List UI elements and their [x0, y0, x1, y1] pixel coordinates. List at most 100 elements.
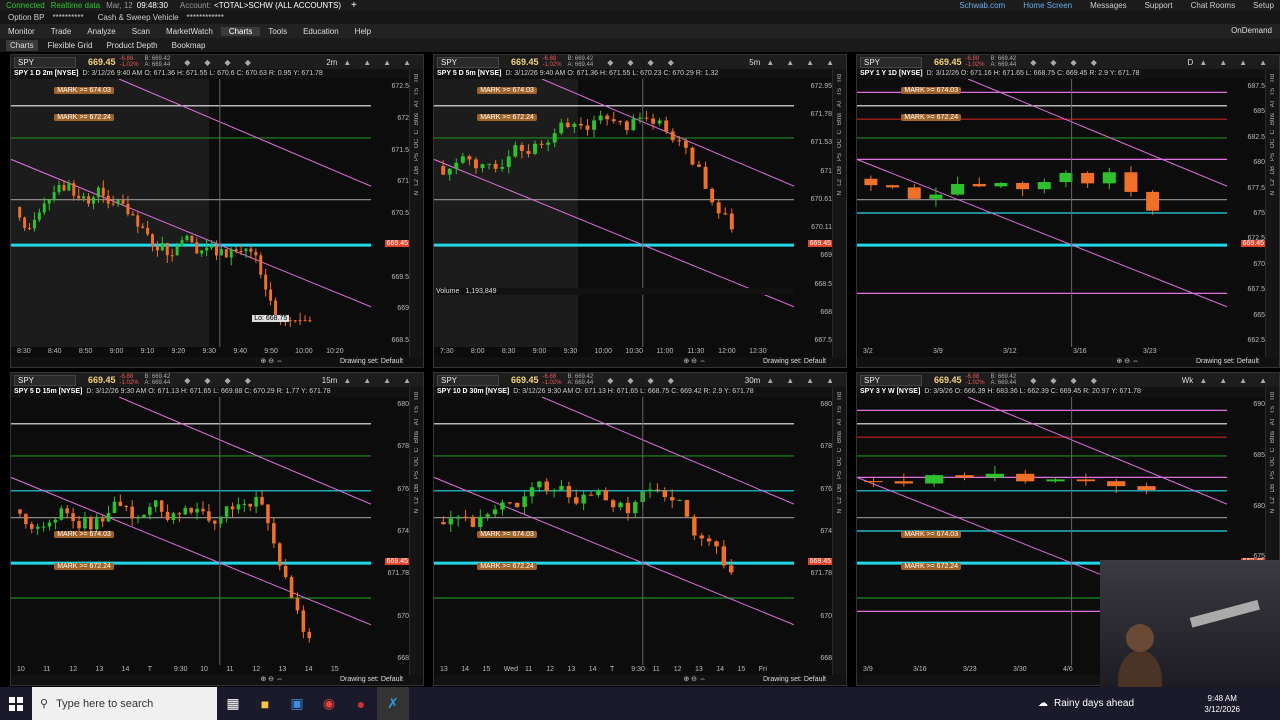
side-tab-trd[interactable]: Trd	[1270, 74, 1276, 83]
cursor-icon[interactable]: ▲	[1199, 58, 1207, 67]
app-icon[interactable]: ●	[345, 687, 377, 720]
gear-icon[interactable]: ◆	[668, 376, 674, 385]
menu-marketwatch[interactable]: MarketWatch	[158, 27, 221, 36]
chrome-icon[interactable]: ◉	[313, 687, 345, 720]
alert-mark-low[interactable]: MARK >= 672.24	[477, 113, 537, 121]
side-tab-ts[interactable]: TS	[414, 406, 420, 414]
taskbar-search[interactable]: ⚲ Type here to search	[32, 687, 217, 720]
pencil-icon[interactable]: ▲	[383, 376, 391, 385]
side-tab-ts[interactable]: TS	[1270, 406, 1276, 414]
alert-mark-low[interactable]: MARK >= 672.24	[477, 563, 537, 571]
menu-icon[interactable]: ▲	[826, 376, 834, 385]
drawing-icon[interactable]: ▲	[786, 58, 794, 67]
chart-pane-3[interactable]: SPY 669.45 -6.88 -1.02% B: 669.42 A: 669.44 ◆ ◆…	[856, 54, 1280, 368]
side-tab-btns[interactable]: Btns	[837, 113, 843, 125]
menu-monitor[interactable]: Monitor	[0, 27, 43, 36]
layers-icon[interactable]: ◆	[627, 58, 633, 67]
alert-mark-high[interactable]: MARK >= 674.03	[54, 87, 114, 95]
side-tab-at[interactable]: AT	[414, 418, 420, 425]
side-tab-btns[interactable]: Btns	[1270, 431, 1276, 443]
layers-icon[interactable]: ◆	[1050, 376, 1056, 385]
menu-help[interactable]: Help	[347, 27, 379, 36]
symbol-input[interactable]: SPY	[437, 56, 499, 68]
side-tab-l2[interactable]: L2	[837, 179, 843, 186]
side-tab-btns[interactable]: Btns	[1270, 113, 1276, 125]
side-tab-n[interactable]: N	[1270, 191, 1276, 195]
drawing-icon[interactable]: ▲	[363, 58, 371, 67]
side-tab-l2[interactable]: L2	[837, 497, 843, 504]
weather-widget[interactable]: ☁ Rainy days ahead	[1038, 687, 1134, 720]
share-icon[interactable]: ◆	[1030, 376, 1036, 385]
subtab-flexible-grid[interactable]: Flexible Grid	[44, 40, 97, 51]
link-schwab[interactable]: Schwab.com	[959, 1, 1005, 10]
side-tab-ps[interactable]: PS	[414, 471, 420, 479]
menu-education[interactable]: Education	[295, 27, 347, 36]
system-clock[interactable]: 9:48 AM 3/12/2026	[1204, 693, 1240, 715]
side-tab-ts[interactable]: TS	[837, 406, 843, 414]
flask-icon[interactable]: ◆	[648, 58, 654, 67]
side-tab-db[interactable]: DB	[1270, 484, 1276, 492]
side-tab-db[interactable]: DB	[837, 166, 843, 174]
drawing-set-selector[interactable]: Drawing set: Default	[1196, 358, 1259, 365]
side-tab-n[interactable]: N	[414, 509, 420, 513]
drawing-set-selector[interactable]: Drawing set: Default	[340, 676, 403, 683]
link-messages[interactable]: Messages	[1090, 1, 1126, 10]
timeframe-selector[interactable]: D	[1188, 58, 1194, 67]
chart-pane-2[interactable]: SPY 669.45 -6.88 -1.02% B: 669.42 A: 669.44 ◆ ◆…	[433, 54, 847, 368]
timeframe-selector[interactable]: 30m	[745, 376, 761, 385]
side-tab-n[interactable]: N	[837, 509, 843, 513]
side-tab-n[interactable]: N	[837, 191, 843, 195]
menu-trade[interactable]: Trade	[43, 27, 80, 36]
side-tab-oc[interactable]: OC	[414, 457, 420, 466]
file-explorer-icon[interactable]: ■	[249, 687, 281, 720]
side-tab-ps[interactable]: PS	[837, 153, 843, 161]
layers-icon[interactable]: ◆	[204, 376, 210, 385]
gear-icon[interactable]: ◆	[245, 376, 251, 385]
layers-icon[interactable]: ◆	[627, 376, 633, 385]
symbol-input[interactable]: SPY	[14, 374, 76, 386]
side-tab-db[interactable]: DB	[414, 166, 420, 174]
alert-mark-high[interactable]: MARK >= 674.03	[477, 87, 537, 95]
side-tab-btns[interactable]: Btns	[414, 431, 420, 443]
side-tab-db[interactable]: DB	[1270, 166, 1276, 174]
side-tab-c[interactable]: C	[837, 448, 843, 452]
layers-icon[interactable]: ◆	[1050, 58, 1056, 67]
side-tab-btns[interactable]: Btns	[837, 431, 843, 443]
price-axis[interactable]: 672.5672671.5671670.5670669.5669668.5669…	[371, 79, 411, 347]
side-tab-c[interactable]: C	[837, 130, 843, 134]
menu-tools[interactable]: Tools	[260, 27, 295, 36]
pencil-icon[interactable]: ▲	[806, 376, 814, 385]
side-tab-trd[interactable]: Trd	[837, 392, 843, 401]
side-tab-ts[interactable]: TS	[414, 88, 420, 96]
drawing-set-selector[interactable]: Drawing set: Default	[763, 676, 826, 683]
side-tab-db[interactable]: DB	[414, 484, 420, 492]
side-tab-c[interactable]: C	[1270, 130, 1276, 134]
timeframe-selector[interactable]: 15m	[322, 376, 338, 385]
subtab-charts[interactable]: Charts	[6, 39, 38, 51]
timeframe-selector[interactable]: 5m	[749, 58, 760, 67]
subtab-product-depth[interactable]: Product Depth	[102, 40, 161, 51]
symbol-input[interactable]: SPY	[437, 374, 499, 386]
price-axis[interactable]: 687.5 685 682.5 680 677.5 675 672.5 670 667.5 665…	[1227, 79, 1267, 347]
side-tab-n[interactable]: N	[1270, 509, 1276, 513]
pencil-icon[interactable]: ▲	[806, 58, 814, 67]
menu-icon[interactable]: ▲	[1259, 58, 1267, 67]
link-support[interactable]: Support	[1145, 1, 1173, 10]
alert-mark-low[interactable]: MARK >= 672.24	[54, 113, 114, 121]
side-tab-ps[interactable]: PS	[414, 153, 420, 161]
pencil-icon[interactable]: ▲	[1239, 376, 1247, 385]
alert-mark-low[interactable]: MARK >= 672.24	[901, 563, 962, 571]
gear-icon[interactable]: ◆	[1091, 58, 1097, 67]
menu-icon[interactable]: ▲	[403, 376, 411, 385]
cursor-icon[interactable]: ▲	[343, 376, 351, 385]
cursor-icon[interactable]: ▲	[766, 376, 774, 385]
drawing-set-selector[interactable]: Drawing set: Default	[763, 358, 826, 365]
alert-mark-low[interactable]: MARK >= 672.24	[901, 113, 962, 121]
link-setup[interactable]: Setup	[1253, 1, 1274, 10]
menu-charts[interactable]: Charts	[220, 26, 261, 36]
start-button[interactable]	[0, 687, 32, 720]
cursor-icon[interactable]: ▲	[766, 58, 774, 67]
side-tab-ts[interactable]: TS	[837, 88, 843, 96]
side-tab-oc[interactable]: OC	[837, 457, 843, 466]
side-tab-at[interactable]: AT	[1270, 418, 1276, 425]
